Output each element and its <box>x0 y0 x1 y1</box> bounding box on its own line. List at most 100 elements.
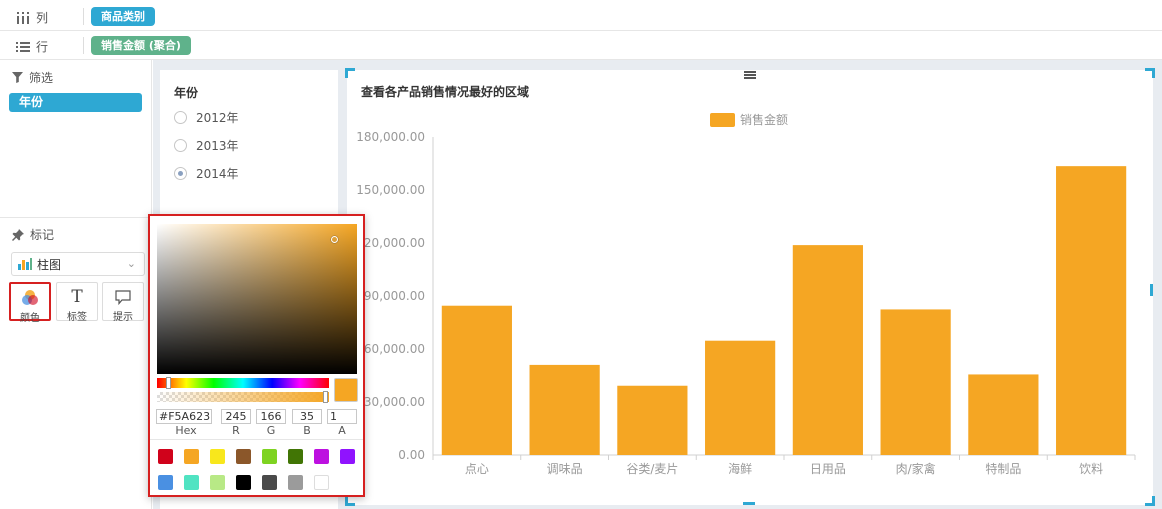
columns-field-pill[interactable]: 商品类别 <box>91 7 155 26</box>
year-filter-title: 年份 <box>174 86 199 100</box>
label-mark-button[interactable]: T 标签 <box>56 282 98 323</box>
x-tick-label: 肉/家禽 <box>896 461 936 476</box>
chart-card[interactable]: 查看各产品销售情况最好的区域 销售金额 0.00 30,000.00 60,000.0… <box>347 70 1153 505</box>
radio-button-selected[interactable] <box>174 167 187 180</box>
color-swatch[interactable] <box>314 475 329 490</box>
legend-swatch <box>710 113 735 127</box>
alpha-label: A <box>338 424 346 437</box>
columns-separator <box>83 8 84 25</box>
color-picker-popover: #F5A623 245 166 35 1 Hex R G B A <box>148 214 365 497</box>
chart-type-value: 柱图 <box>37 257 62 272</box>
resize-handle-right[interactable] <box>1150 284 1153 296</box>
year-option-2013[interactable]: 2013年 <box>174 137 239 154</box>
y-tick-label: 180,000.00 <box>356 130 425 144</box>
filter-field-pill[interactable]: 年份 <box>9 93 142 112</box>
color-swatch[interactable] <box>262 475 277 490</box>
alpha-slider-knob[interactable] <box>323 391 328 403</box>
tooltip-mark-button[interactable]: 提示 <box>102 282 144 323</box>
rows-label-text: 行 <box>36 40 49 54</box>
color-preview <box>334 378 358 402</box>
hue-slider[interactable] <box>157 378 329 388</box>
red-input[interactable]: 245 <box>221 409 251 424</box>
selection-corner-top-right[interactable] <box>1145 68 1155 78</box>
bar <box>880 309 951 455</box>
year-option-label: 2014年 <box>196 167 239 181</box>
color-swatch[interactable] <box>210 449 225 464</box>
y-tick-label: 30,000.00 <box>364 395 425 409</box>
bar-chart-icon <box>18 258 32 270</box>
filter-icon <box>12 72 23 83</box>
color-swatch[interactable] <box>340 449 355 464</box>
rows-separator <box>83 37 84 54</box>
blue-label: B <box>303 424 311 437</box>
x-tick-label: 特制品 <box>985 461 1021 476</box>
tooltip-icon <box>115 289 131 305</box>
legend-label: 销售金额 <box>740 112 788 127</box>
saturation-pointer[interactable] <box>331 236 338 243</box>
filter-title-text: 筛选 <box>29 71 54 85</box>
columns-shelf: 列 商品类别 <box>0 2 1162 31</box>
bar <box>529 364 600 455</box>
resize-handle-bottom[interactable] <box>743 502 755 505</box>
green-input[interactable]: 166 <box>256 409 286 424</box>
marks-section-title: 标记 <box>12 226 54 243</box>
hex-input[interactable]: #F5A623 <box>156 409 212 424</box>
chevron-down-icon: ⌄ <box>126 257 136 270</box>
color-swatch[interactable] <box>262 449 277 464</box>
color-swatch[interactable] <box>288 475 303 490</box>
selection-corner-top-left[interactable] <box>345 68 355 78</box>
drag-handle-icon[interactable] <box>744 70 756 79</box>
chart-type-select[interactable]: 柱图 ⌄ <box>11 252 145 276</box>
color-swatch[interactable] <box>184 449 199 464</box>
radio-button[interactable] <box>174 139 187 152</box>
color-swatch[interactable] <box>236 449 251 464</box>
y-tick-label: 150,000.00 <box>356 183 425 197</box>
year-option-2014[interactable]: 2014年 <box>174 165 239 182</box>
color-swatch[interactable] <box>288 449 303 464</box>
year-option-2012[interactable]: 2012年 <box>174 109 239 126</box>
panel-divider <box>0 217 152 218</box>
bar-chart: 销售金额 0.00 30,000.00 60,000.00 90,000.00 120,0… <box>356 112 1136 476</box>
x-tick-label: 调味品 <box>547 462 583 476</box>
y-tick-label: 90,000.00 <box>364 289 425 303</box>
hex-label: Hex <box>175 424 197 437</box>
radio-button[interactable] <box>174 111 187 124</box>
color-swatch[interactable] <box>210 475 225 490</box>
selection-corner-bottom-right[interactable] <box>1145 496 1155 506</box>
alpha-input[interactable]: 1 <box>327 409 357 424</box>
blue-input[interactable]: 35 <box>292 409 322 424</box>
color-swatch[interactable] <box>236 475 251 490</box>
y-tick-label: 120,000.00 <box>356 236 425 250</box>
rows-field-pill[interactable]: 销售金额 (聚合) <box>91 36 191 55</box>
pin-icon <box>12 228 24 241</box>
color-swatch[interactable] <box>184 475 199 490</box>
y-tick-label: 0.00 <box>398 448 425 462</box>
bar <box>705 340 776 455</box>
x-tick-label: 谷类/麦片 <box>626 462 678 476</box>
hue-slider-knob[interactable] <box>166 377 171 389</box>
color-mark-label: 颜色 <box>20 313 40 324</box>
year-option-label: 2013年 <box>196 139 239 153</box>
saturation-value-area[interactable] <box>157 224 357 374</box>
columns-icon <box>17 11 29 24</box>
x-tick-label: 海鲜 <box>728 461 752 476</box>
rows-icon <box>16 41 30 52</box>
color-swatch[interactable] <box>158 475 173 490</box>
bi-editor: 列 商品类别 行 销售金额 (聚合) 筛选 年份 标记 柱图 ⌄ 颜色 T 标签… <box>0 0 1162 509</box>
x-tick-label: 日用品 <box>810 462 846 476</box>
columns-shelf-label: 列 <box>16 9 48 26</box>
green-label: G <box>266 424 276 437</box>
red-label: R <box>232 424 240 437</box>
color-swatch[interactable] <box>158 449 173 464</box>
alpha-slider[interactable] <box>157 392 329 402</box>
rows-shelf: 行 销售金额 (聚合) <box>0 31 1162 60</box>
x-tick-label: 饮料 <box>1079 462 1103 476</box>
year-option-label: 2012年 <box>196 111 239 125</box>
selection-corner-bottom-left[interactable] <box>345 496 355 506</box>
color-swatch[interactable] <box>314 449 329 464</box>
label-mark-label: 标签 <box>67 312 87 323</box>
marks-title-text: 标记 <box>30 228 55 242</box>
color-mark-button[interactable]: 颜色 <box>9 282 51 324</box>
bar <box>1056 166 1127 455</box>
picker-divider <box>150 439 363 440</box>
